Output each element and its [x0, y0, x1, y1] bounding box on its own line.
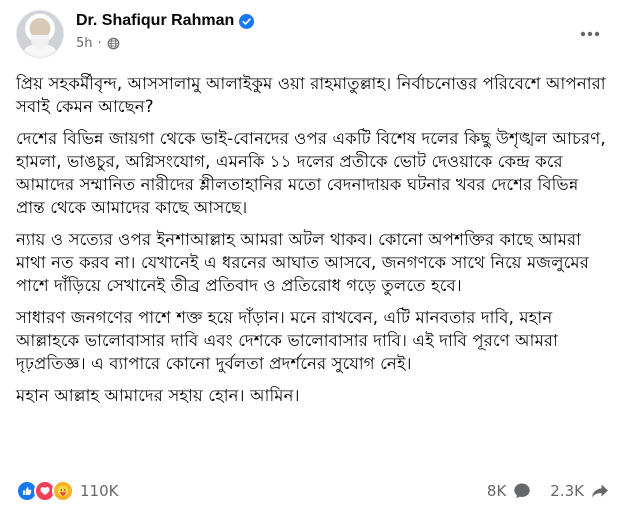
post-meta: 5h ·	[76, 36, 120, 51]
shares-stat[interactable]: 2.3K	[550, 481, 610, 501]
globe-icon[interactable]	[107, 37, 120, 50]
shares-count: 2.3K	[550, 482, 584, 500]
meta-separator: ·	[97, 36, 102, 51]
reactions-summary[interactable]: 110K	[16, 480, 118, 502]
post-body: প্রিয় সহকর্মীবৃন্দ, আসসালামু আলাইকুম ওয…	[16, 72, 612, 416]
verified-badge-icon	[239, 13, 255, 29]
post-time[interactable]: 5h	[76, 36, 93, 51]
comments-count: 8K	[486, 482, 507, 500]
author-name[interactable]: Dr. Shafiqur Rahman	[76, 12, 234, 30]
post-paragraph-2: দেশের বিভিন্ন জায়গা থেকে ভাই-বোনদের ওপর…	[16, 129, 606, 217]
post-paragraph-1: প্রিয় সহকর্মীবৃন্দ, আসসালামু আলাইকুম ওয…	[16, 74, 606, 116]
more-dots-icon	[580, 31, 600, 37]
post-paragraph-5: মহান আল্লাহ আমাদের সহায় হোন। আমিন।	[16, 386, 300, 405]
post-footer: 110K 8K 2.3K	[16, 477, 610, 505]
more-options-button[interactable]	[578, 22, 602, 46]
engagement-stats: 8K 2.3K	[487, 481, 610, 501]
avatar[interactable]	[16, 10, 64, 58]
share-icon	[592, 484, 608, 498]
post-paragraph-3: ন্যায় ও সত্যের ওপর ইনশাআল্লাহ আমরা অটল …	[16, 230, 589, 295]
comments-stat[interactable]: 8K	[487, 481, 532, 501]
comment-icon	[514, 483, 530, 499]
care-reaction-icon	[52, 480, 74, 502]
post-paragraph-4: সাধারণ জনগণের পাশে শক্ত হয়ে দাঁড়ান। মন…	[16, 308, 558, 373]
post-header: Dr. Shafiqur Rahman 5h ·	[16, 10, 610, 64]
author-row: Dr. Shafiqur Rahman	[76, 12, 255, 30]
reactions-count[interactable]: 110K	[80, 482, 118, 500]
